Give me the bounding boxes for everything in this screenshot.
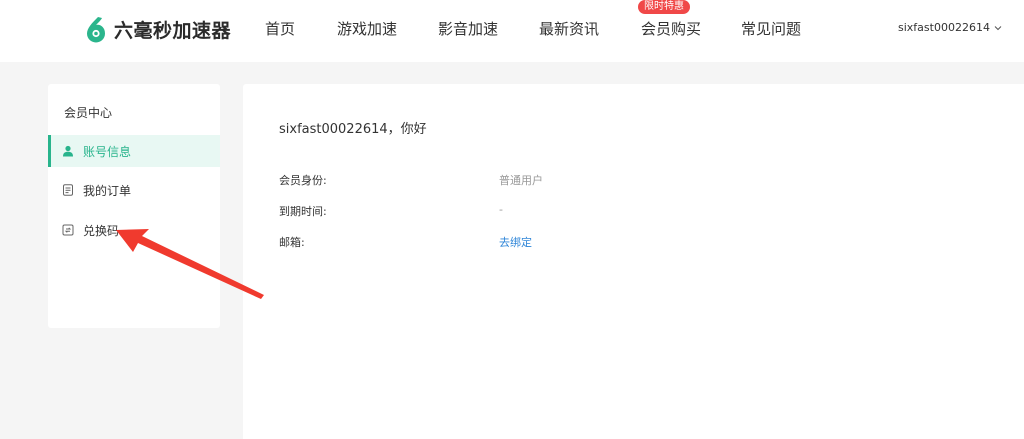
membership-value: 普通用户 <box>499 174 543 187</box>
nav-home[interactable]: 首页 <box>265 18 295 39</box>
nav-faq[interactable]: 常见问题 <box>741 18 801 39</box>
sidebar-item-account[interactable]: 账号信息 <box>48 135 220 167</box>
logo-icon <box>87 17 105 43</box>
username: sixfast00022614 <box>898 21 990 34</box>
nav-membership[interactable]: 会员购买 <box>641 18 701 39</box>
top-header: 六毫秒加速器 首页 游戏加速 影音加速 最新资讯 限时特惠 会员购买 常见问题 … <box>0 0 1024 62</box>
sidebar-item-orders[interactable]: 我的订单 <box>48 174 220 206</box>
email-label: 邮箱: <box>279 236 305 249</box>
account-info-panel: sixfast00022614，你好 会员身份: 普通用户 到期时间: - 邮箱… <box>243 84 1024 439</box>
brand-name: 六毫秒加速器 <box>114 19 232 42</box>
order-icon <box>63 184 73 196</box>
sidebar-title: 会员中心 <box>64 106 113 120</box>
sidebar-item-label: 账号信息 <box>83 144 132 159</box>
bind-email-link[interactable]: 去绑定 <box>499 234 532 250</box>
chevron-down-icon <box>994 25 1002 30</box>
nav-media-boost[interactable]: 影音加速 <box>438 18 498 39</box>
expiry-label: 到期时间: <box>279 205 327 218</box>
expiry-value: - <box>499 203 503 216</box>
sidebar-item-label: 我的订单 <box>83 183 132 198</box>
annotation-arrow-icon <box>116 229 264 299</box>
redeem-icon <box>62 224 74 236</box>
user-icon <box>63 145 73 157</box>
promo-badge: 限时特惠 <box>638 0 690 14</box>
brand-logo[interactable]: 六毫秒加速器 <box>84 14 231 44</box>
membership-label: 会员身份: <box>279 174 327 187</box>
nav-game-boost[interactable]: 游戏加速 <box>337 18 397 39</box>
greeting: sixfast00022614，你好 <box>279 122 427 137</box>
user-menu[interactable]: sixfast00022614 <box>898 21 1002 34</box>
nav-news[interactable]: 最新资讯 <box>539 18 599 39</box>
